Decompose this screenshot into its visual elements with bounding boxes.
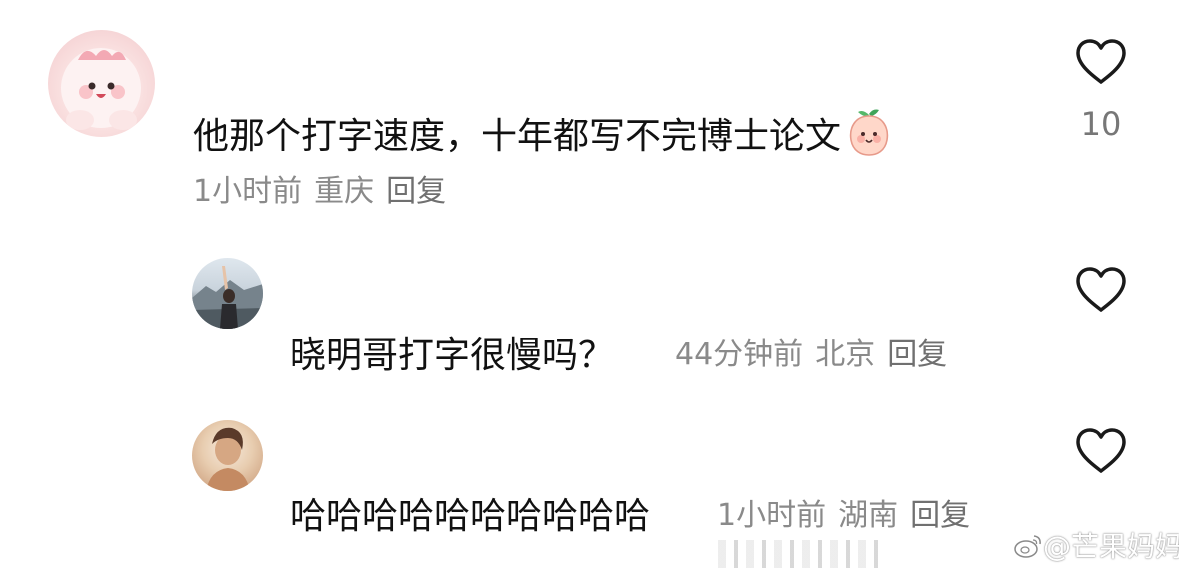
heart-icon [1076,428,1126,473]
reply-reply-button[interactable]: 回复 [910,498,970,533]
peach-emoji-icon [843,106,895,158]
comment-text-row: 他那个打字速度，十年都写不完博士论文 [193,106,895,158]
comment-like-button[interactable] [1074,38,1128,86]
commenter-avatar[interactable] [48,30,155,137]
comment-location: 重庆 [314,174,375,209]
comment-time: 1小时前 [193,174,303,209]
reply-avatar[interactable] [192,258,263,329]
watermark-text: @芒果妈妈 [1043,530,1179,563]
reply-like-button[interactable] [1074,266,1128,314]
comment-meta: 1小时前 重庆 回复 [193,177,446,207]
comment-text: 他那个打字速度，十年都写不完博士论文 [193,116,842,157]
comment-reply-button[interactable]: 回复 [386,174,446,209]
censored-strip [710,540,880,568]
photo-avatar-icon [192,266,263,329]
reply-location: 湖南 [838,498,899,533]
reply-meta: 44分钟前 北京 回复 [675,340,947,370]
reply-like-button[interactable] [1074,427,1128,475]
comment-like-count: 10 [1080,105,1122,143]
photo-avatar-icon [206,427,250,491]
reply-time: 1小时前 [717,498,827,533]
reply-text: 晓明哥打字很慢吗？ [290,335,615,376]
reply-avatar[interactable] [192,420,263,491]
cartoon-avatar-icon [61,48,141,130]
reply-time: 44分钟前 [675,337,804,372]
reply-meta: 1小时前 湖南 回复 [717,501,970,531]
reply-text: 哈哈哈哈哈哈哈哈哈哈 [290,496,651,537]
heart-icon [1076,267,1126,312]
reply-location: 北京 [815,337,876,372]
heart-icon [1076,39,1126,84]
weibo-logo-icon [1013,532,1043,560]
reply-reply-button[interactable]: 回复 [887,337,947,372]
watermark: @芒果妈妈 [1013,532,1179,561]
